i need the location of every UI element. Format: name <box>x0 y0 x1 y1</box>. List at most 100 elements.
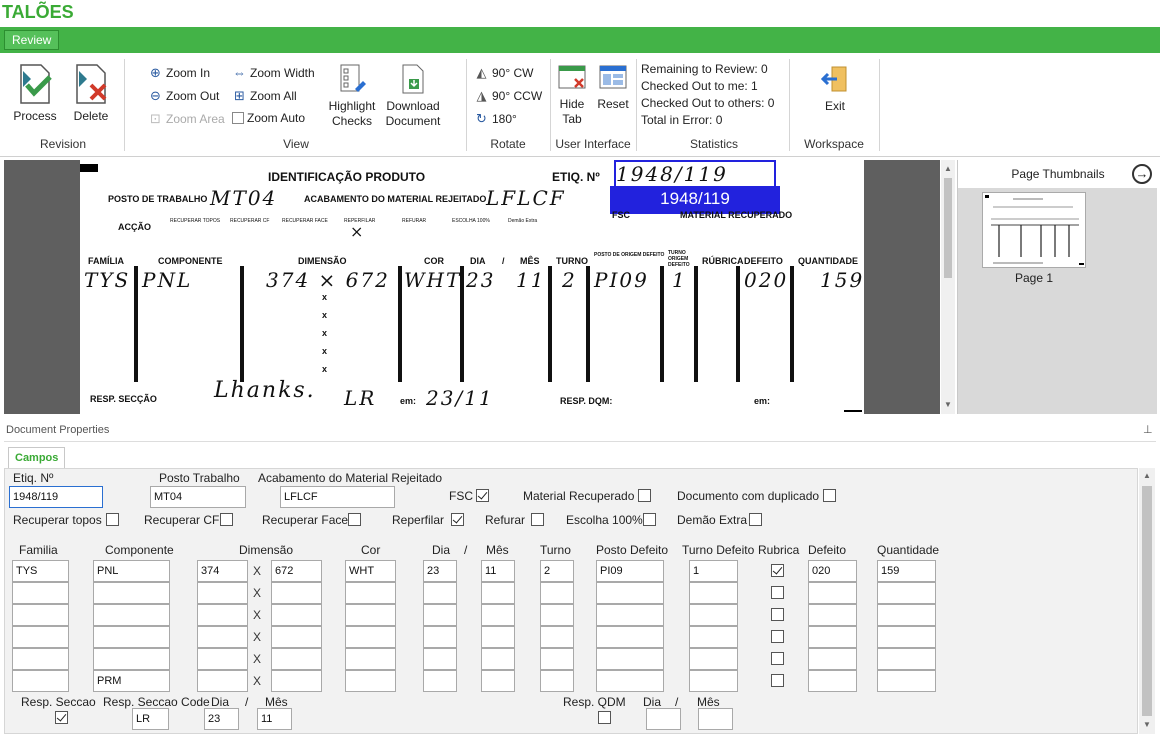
highlight-checks-button[interactable]: Highlight Checks <box>324 63 380 129</box>
posto-defeito-input[interactable] <box>596 670 664 692</box>
zoom-in-button[interactable]: ⊕ Zoom In <box>148 65 210 80</box>
rotate-cw-button[interactable]: ◭ 90° CW <box>474 65 534 80</box>
rubrica-checkbox[interactable] <box>771 608 784 621</box>
turno-defeito-input[interactable] <box>689 648 738 670</box>
dimensao-1-input[interactable] <box>197 626 248 648</box>
familia-input[interactable] <box>12 560 69 582</box>
scroll-down-icon[interactable]: ▼ <box>944 400 952 409</box>
exit-button[interactable]: Exit <box>815 63 855 114</box>
scrollbar-thumb[interactable] <box>1142 486 1152 716</box>
dimensao-1-input[interactable] <box>197 648 248 670</box>
dia-input[interactable] <box>423 604 457 626</box>
scroll-up-icon[interactable]: ▲ <box>1143 471 1151 480</box>
material-recuperado-checkbox[interactable] <box>638 489 651 502</box>
rubrica-checkbox[interactable] <box>771 564 784 577</box>
resp-mes-input[interactable] <box>257 708 292 730</box>
dimensao-1-input[interactable] <box>197 604 248 626</box>
mes-input[interactable] <box>481 648 515 670</box>
delete-button[interactable]: Delete <box>66 63 116 124</box>
resp-seccao-checkbox[interactable] <box>55 711 68 724</box>
dimensao-1-input[interactable] <box>197 582 248 604</box>
resp-dia-input[interactable] <box>204 708 239 730</box>
turno-input[interactable] <box>540 604 574 626</box>
dimensao-2-input[interactable] <box>271 604 322 626</box>
acabamento-input[interactable] <box>280 486 395 508</box>
mes-input[interactable] <box>481 560 515 582</box>
dia-input[interactable] <box>423 560 457 582</box>
dia-input[interactable] <box>423 648 457 670</box>
cor-input[interactable] <box>345 582 396 604</box>
cor-input[interactable] <box>345 560 396 582</box>
qdm-mes-input[interactable] <box>698 708 733 730</box>
componente-input[interactable] <box>93 604 170 626</box>
turno-input[interactable] <box>540 670 574 692</box>
defeito-input[interactable] <box>808 648 857 670</box>
dimensao-2-input[interactable] <box>271 582 322 604</box>
turno-input[interactable] <box>540 560 574 582</box>
zoom-width-button[interactable]: ⇔ Zoom Width <box>232 65 315 80</box>
posto-defeito-input[interactable] <box>596 626 664 648</box>
quantidade-input[interactable] <box>877 648 936 670</box>
defeito-input[interactable] <box>808 560 857 582</box>
recuperar-topos-checkbox[interactable] <box>106 513 119 526</box>
turno-input[interactable] <box>540 648 574 670</box>
dimensao-2-input[interactable] <box>271 560 322 582</box>
dia-input[interactable] <box>423 582 457 604</box>
componente-input[interactable] <box>93 670 170 692</box>
tab-review[interactable]: Review <box>4 30 60 50</box>
turno-defeito-input[interactable] <box>689 604 738 626</box>
cor-input[interactable] <box>345 626 396 648</box>
rubrica-checkbox[interactable] <box>771 586 784 599</box>
process-button[interactable]: Process <box>10 63 60 124</box>
cor-input[interactable] <box>345 604 396 626</box>
turno-defeito-input[interactable] <box>689 560 738 582</box>
refurar-checkbox[interactable] <box>531 513 544 526</box>
dia-input[interactable] <box>423 670 457 692</box>
tab-campos[interactable]: Campos <box>8 447 66 469</box>
quantidade-input[interactable] <box>877 604 936 626</box>
cor-input[interactable] <box>345 670 396 692</box>
posto-trabalho-input[interactable] <box>150 486 246 508</box>
posto-defeito-input[interactable] <box>596 582 664 604</box>
document-viewer[interactable]: IDENTIFICAÇÃO PRODUTO ETIQ. Nº 1948/119 … <box>4 160 940 414</box>
rubrica-checkbox[interactable] <box>771 674 784 687</box>
mes-input[interactable] <box>481 604 515 626</box>
mes-input[interactable] <box>481 670 515 692</box>
componente-input[interactable] <box>93 560 170 582</box>
recuperar-cf-checkbox[interactable] <box>220 513 233 526</box>
fsc-checkbox[interactable] <box>476 489 489 502</box>
zoom-all-button[interactable]: ⊞ Zoom All <box>232 88 297 103</box>
turno-defeito-input[interactable] <box>689 582 738 604</box>
quantidade-input[interactable] <box>877 670 936 692</box>
rotate-180-button[interactable]: ↻ 180° <box>474 111 517 126</box>
zoom-out-button[interactable]: ⊖ Zoom Out <box>148 88 219 103</box>
pin-icon[interactable]: ⊥ <box>1143 423 1153 436</box>
mes-input[interactable] <box>481 626 515 648</box>
rubrica-checkbox[interactable] <box>771 652 784 665</box>
documento-duplicado-checkbox[interactable] <box>823 489 836 502</box>
etiq-input[interactable] <box>9 486 103 508</box>
familia-input[interactable] <box>12 604 69 626</box>
familia-input[interactable] <box>12 648 69 670</box>
page-thumbnail[interactable] <box>982 192 1086 268</box>
familia-input[interactable] <box>12 582 69 604</box>
qdm-dia-input[interactable] <box>646 708 681 730</box>
defeito-input[interactable] <box>808 604 857 626</box>
defeito-input[interactable] <box>808 582 857 604</box>
scroll-down-icon[interactable]: ▼ <box>1143 720 1151 729</box>
defeito-input[interactable] <box>808 626 857 648</box>
familia-input[interactable] <box>12 670 69 692</box>
dimensao-2-input[interactable] <box>271 648 322 670</box>
reset-button[interactable]: Reset <box>594 63 632 112</box>
resp-qdm-checkbox[interactable] <box>598 711 611 724</box>
dimensao-2-input[interactable] <box>271 626 322 648</box>
componente-input[interactable] <box>93 648 170 670</box>
posto-defeito-input[interactable] <box>596 604 664 626</box>
dimensao-1-input[interactable] <box>197 670 248 692</box>
quantidade-input[interactable] <box>877 582 936 604</box>
componente-input[interactable] <box>93 582 170 604</box>
turno-input[interactable] <box>540 582 574 604</box>
defeito-input[interactable] <box>808 670 857 692</box>
componente-input[interactable] <box>93 626 170 648</box>
form-scrollbar[interactable]: ▲ ▼ <box>1139 468 1155 734</box>
